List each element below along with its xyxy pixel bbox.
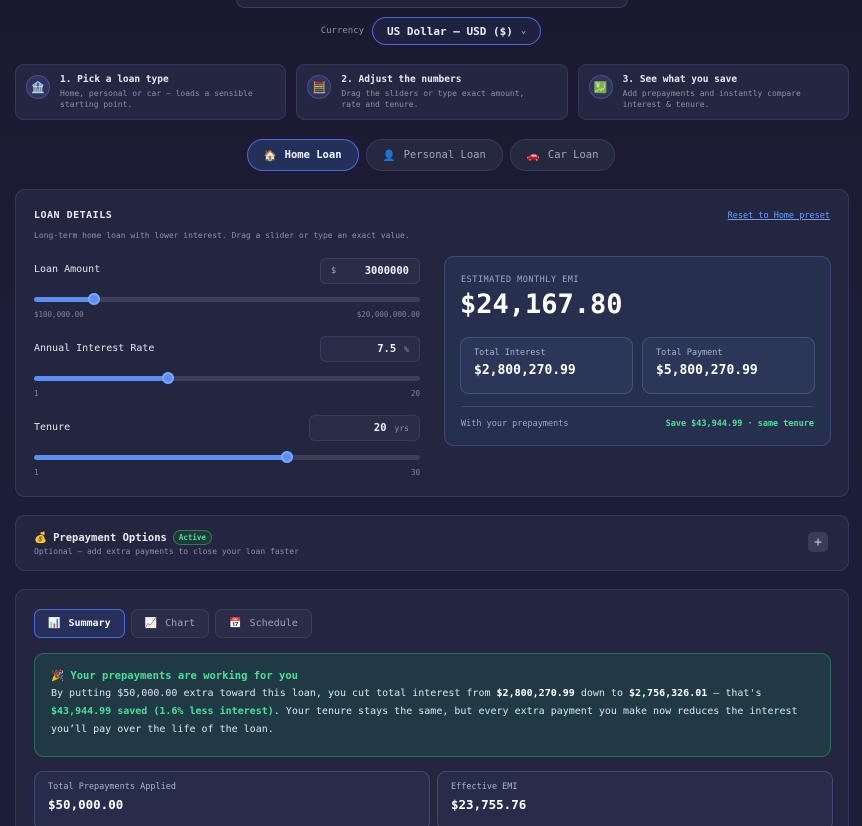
effective-emi-box: Effective EMI $23,755.76 <box>437 771 833 826</box>
slider-fill <box>34 376 168 381</box>
slider-fill <box>34 297 94 302</box>
calculator-icon: 🧮 <box>307 75 332 99</box>
divider <box>461 406 814 407</box>
loan-amount-value: 3000000 <box>364 265 409 277</box>
years-suffix: yrs <box>394 423 409 433</box>
total-payment-label: Total Payment <box>656 348 723 358</box>
tab-label: Home Loan <box>284 149 342 161</box>
steps-row: 🏦 1. Pick a loan type Home, personal or … <box>15 64 849 120</box>
step-desc: Home, personal or car — loads a sensible… <box>60 89 253 109</box>
tab-label: Personal Loan <box>403 149 486 161</box>
emi-value: $24,167.80 <box>460 289 623 320</box>
bank-icon: 🏦 <box>26 75 50 99</box>
interest-rate-label: Annual Interest Rate <box>34 343 155 354</box>
percent-suffix: % <box>404 344 409 354</box>
status-badge: Active <box>172 530 212 545</box>
total-interest-label: Total Interest <box>474 348 546 358</box>
stat-label: Effective EMI <box>451 782 518 792</box>
total-interest-box: Total Interest $2,800,270.99 <box>460 337 633 394</box>
tenure-input[interactable]: 20 yrs <box>309 415 420 441</box>
prepayment-options-card[interactable]: 💰 Prepayment Options Active Optional — a… <box>15 515 849 571</box>
loan-type-tabs: 🏠 Home Loan 👤 Personal Loan 🚗 Car Loan <box>0 139 862 171</box>
stat-value: $50,000.00 <box>48 797 124 812</box>
callout-text: By putting $50,000.00 extra toward this … <box>51 688 798 735</box>
tenure-value: 20 <box>373 422 387 434</box>
person-icon: 👤 <box>382 149 396 162</box>
total-interest-value: $2,800,270.99 <box>474 363 576 378</box>
step-title: 1. Pick a loan type <box>60 74 169 85</box>
emi-label: ESTIMATED MONTHLY EMI <box>461 275 579 285</box>
car-icon: 🚗 <box>526 149 540 162</box>
loan-amount-input[interactable]: $ 3000000 <box>320 258 420 284</box>
slider-thumb[interactable] <box>280 451 293 463</box>
step-desc: Add prepayments and instantly compare int… <box>622 89 801 109</box>
prepayment-note: With your prepayments <box>461 419 569 429</box>
tab-label: Chart <box>165 618 196 629</box>
section-subtitle: Long-term home loan with lower interest.… <box>34 231 410 240</box>
step-card-1: 🏦 1. Pick a loan type Home, personal or … <box>15 64 287 120</box>
tab-summary[interactable]: 📊 Summary <box>34 609 125 638</box>
interest-rate-input[interactable]: 7.5 % <box>320 336 420 362</box>
tab-label: Schedule <box>249 618 298 629</box>
section-title: LOAN DETAILS <box>34 210 113 221</box>
total-payment-value: $5,800,270.99 <box>656 363 758 378</box>
slider-thumb[interactable] <box>161 372 174 384</box>
total-payment-box: Total Payment $5,800,270.99 <box>642 337 815 394</box>
house-icon: 🏠 <box>263 149 277 162</box>
tenure-label: Tenure <box>34 422 71 433</box>
tab-car-loan[interactable]: 🚗 Car Loan <box>509 139 616 171</box>
emi-panel: ESTIMATED MONTHLY EMI $24,167.80 Total I… <box>444 256 831 446</box>
loan-details-card: LOAN DETAILS Long-term home loan with lo… <box>15 189 849 497</box>
chart-icon: 💹 <box>588 75 613 99</box>
currency-row: Currency US Dollar — USD ($) ⌄ <box>0 17 862 45</box>
prepayment-subtitle: Optional — add extra payments to close y… <box>34 547 299 556</box>
calendar-icon: 📅 <box>229 618 242 629</box>
loan-amount-label: Loan Amount <box>34 264 101 275</box>
results-card: 📊 Summary 📈 Chart 📅 Schedule 🎉 Your prep… <box>15 589 849 826</box>
step-title: 2. Adjust the numbers <box>341 74 462 85</box>
callout-title: 🎉 Your prepayments are working for you <box>51 669 814 682</box>
prepayment-title: 💰 Prepayment Options Active <box>34 530 212 545</box>
tab-home-loan[interactable]: 🏠 Home Loan <box>246 139 359 171</box>
step-title: 3. See what you save <box>622 74 738 85</box>
currency-prefix: $ <box>331 266 337 276</box>
top-panel-edge <box>236 0 628 8</box>
chevron-down-icon: ⌄ <box>520 26 527 36</box>
stat-value: $23,755.76 <box>451 797 527 812</box>
step-card-3: 💹 3. See what you save Add prepayments a… <box>577 64 849 120</box>
currency-value: US Dollar — USD ($) <box>387 24 513 38</box>
tenure-slider[interactable] <box>34 451 420 463</box>
slider-fill <box>34 455 287 460</box>
bar-chart-icon: 📊 <box>48 618 61 629</box>
step-desc: Drag the sliders or type exact amount, ra… <box>341 89 525 109</box>
results-tabs: 📊 Summary 📈 Chart 📅 Schedule <box>34 609 312 638</box>
currency-select[interactable]: US Dollar — USD ($) ⌄ <box>372 17 542 45</box>
interest-rate-value: 7.5 <box>377 343 397 355</box>
interest-rate-slider[interactable] <box>34 372 420 384</box>
loan-amount-slider[interactable] <box>34 293 420 305</box>
party-icon: 🎉 <box>51 670 65 682</box>
savings-callout: 🎉 Your prepayments are working for you B… <box>34 653 831 757</box>
savings-note: Save $43,944.99 · same tenure <box>665 419 814 429</box>
line-chart-icon: 📈 <box>144 618 158 629</box>
range-max-label: 20 <box>410 389 420 398</box>
currency-label: Currency <box>320 26 365 36</box>
expand-prepayment-button[interactable]: + <box>808 532 828 552</box>
stat-label: Total Prepayments Applied <box>48 782 176 792</box>
range-max-label: $20,000,000.00 <box>356 310 420 319</box>
tab-personal-loan[interactable]: 👤 Personal Loan <box>365 139 503 171</box>
slider-thumb[interactable] <box>87 293 100 305</box>
tab-schedule[interactable]: 📅 Schedule <box>215 609 312 638</box>
callout-title-text: Your prepayments are working for you <box>70 670 298 682</box>
tab-label: Car Loan <box>547 149 599 161</box>
range-max-label: 30 <box>410 468 420 477</box>
total-prepayments-box: Total Prepayments Applied $50,000.00 <box>34 771 430 826</box>
prepayment-title-text: Prepayment Options <box>53 531 167 544</box>
money-bag-icon: 💰 <box>34 532 48 544</box>
reset-preset-link[interactable]: Reset to Home preset <box>728 211 830 221</box>
tab-label: Summary <box>68 618 111 629</box>
tab-chart[interactable]: 📈 Chart <box>130 609 210 638</box>
step-card-2: 🧮 2. Adjust the numbers Drag the sliders… <box>296 64 568 120</box>
